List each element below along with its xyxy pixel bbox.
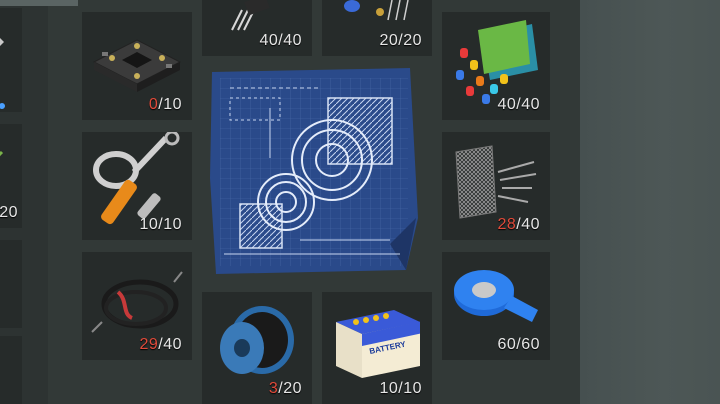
top-left-bar — [0, 0, 78, 6]
item-count: 20 — [0, 204, 18, 221]
slot-tape[interactable]: 60/60 — [442, 252, 550, 360]
item-count: 0/10 — [148, 96, 182, 113]
blueprint-recipe[interactable] — [210, 68, 420, 278]
left-slot-4[interactable] — [0, 336, 22, 404]
slot-hydraulics[interactable]: 10/10 — [82, 132, 192, 240]
item-count: 40/40 — [497, 96, 540, 113]
background-scene — [580, 0, 720, 404]
slot-battery[interactable]: BATTERY 10/10 — [322, 292, 432, 404]
item-count: 40/40 — [259, 32, 302, 49]
slot-cables[interactable]: 29/40 — [82, 252, 192, 360]
slot-transistors[interactable]: 40/40 — [202, 0, 312, 56]
blueprint-gears-icon — [210, 68, 418, 274]
left-slot-2[interactable]: 20 — [0, 124, 22, 228]
item-count: 3/20 — [268, 380, 302, 397]
item-count: 29/40 — [139, 336, 182, 353]
slot-capacitors[interactable]: 20/20 — [322, 0, 432, 56]
slot-plastic[interactable]: 40/40 — [442, 12, 550, 120]
item-count: 20/20 — [379, 32, 422, 49]
slot-circuit-board[interactable]: 0/10 — [82, 12, 192, 120]
item-count: 10/10 — [139, 216, 182, 233]
item-count: 28/40 — [497, 216, 540, 233]
left-slot-1[interactable] — [0, 8, 22, 112]
item-count: 10/10 — [379, 380, 422, 397]
slot-wire-spool[interactable]: 3/20 — [202, 292, 312, 404]
item-count: 60/60 — [497, 336, 540, 353]
slot-mesh[interactable]: 28/40 — [442, 132, 550, 240]
left-slot-3[interactable] — [0, 240, 22, 328]
partial-item-icon — [0, 38, 5, 109]
